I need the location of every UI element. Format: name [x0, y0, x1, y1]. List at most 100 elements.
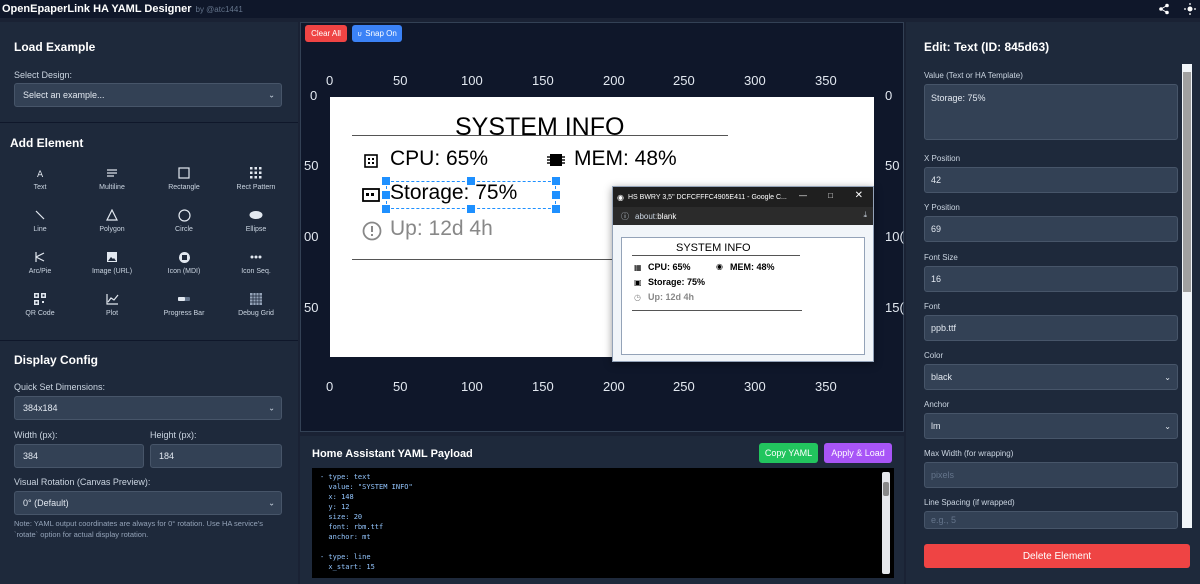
anchor-dropdown[interactable]: lm ⌄	[924, 413, 1178, 439]
tool-icon-seq[interactable]: Icon Seq.	[220, 250, 292, 282]
value-textarea[interactable]: Storage: 75%	[924, 84, 1178, 140]
font-input[interactable]: ppb.ttf	[924, 315, 1178, 341]
scrollbar-thumb[interactable]	[1183, 72, 1191, 292]
width-input[interactable]: 384	[14, 444, 144, 468]
download-icon[interactable]: ⤓	[863, 210, 867, 220]
tool-arc-pie[interactable]: Arc/Pie	[4, 250, 76, 282]
tool-circle[interactable]: Circle	[148, 208, 220, 240]
tool-polygon[interactable]: Polygon	[76, 208, 148, 240]
canvas-cpu-text[interactable]: CPU: 65%	[390, 147, 488, 171]
quick-set-dropdown[interactable]: 384x184 ⌄	[14, 396, 282, 420]
preview-mem: MEM: 48%	[730, 262, 775, 272]
close-icon[interactable]: ✕	[855, 190, 863, 201]
color-label: Color	[924, 351, 944, 360]
font-size-label: Font Size	[924, 253, 958, 262]
canvas-title-text[interactable]: SYSTEM INFO	[455, 113, 624, 142]
maximize-icon[interactable]: □	[828, 191, 833, 200]
resize-handle[interactable]	[552, 205, 560, 213]
line-spacing-input[interactable]: e.g., 5	[924, 511, 1178, 529]
rotation-label: Visual Rotation (Canvas Preview):	[14, 477, 151, 487]
chevron-down-icon: ⌄	[268, 498, 275, 508]
right-scrollbar[interactable]	[1182, 64, 1192, 528]
ruler-left-tick: 50	[304, 300, 319, 315]
tool-rectangle[interactable]: Rectangle	[148, 166, 220, 198]
delete-element-button[interactable]: Delete Element	[924, 544, 1190, 568]
storage-icon[interactable]	[362, 188, 380, 207]
canvas-uptime-text[interactable]: Up: 12d 4h	[390, 217, 493, 241]
font-size-input[interactable]: 16	[924, 266, 1178, 292]
ruler-top-tick: 350	[815, 73, 837, 88]
ruler-top-tick: 50	[393, 73, 408, 88]
resize-handle[interactable]	[467, 205, 475, 213]
memory-chip-icon[interactable]	[547, 152, 565, 173]
globe-icon: ◉	[617, 192, 624, 202]
max-width-input[interactable]: pixels	[924, 462, 1178, 488]
yaml-scrollbar[interactable]	[882, 472, 890, 574]
resize-handle[interactable]	[552, 191, 560, 199]
ruler-top-tick: 250	[673, 73, 695, 88]
yaml-title: Home Assistant YAML Payload	[312, 448, 473, 460]
tool-image-url[interactable]: Image (URL)	[76, 250, 148, 282]
tool-qr-code[interactable]: QR Code	[4, 292, 76, 324]
preview-window: ◉ HS BWRY 3,5" DCFCFFFC4905E411 - Google…	[612, 186, 874, 362]
canvas-top-line[interactable]	[352, 135, 728, 136]
ruler-bottom-tick: 100	[461, 379, 483, 394]
line-spacing-label: Line Spacing (if wrapped)	[924, 498, 1015, 507]
alert-circle-icon[interactable]	[362, 221, 382, 246]
canvas-mem-text[interactable]: MEM: 48%	[574, 147, 677, 171]
qr-code-icon	[33, 292, 47, 306]
display-config-heading: Display Config	[14, 353, 99, 367]
ruler-top-tick: 150	[532, 73, 554, 88]
cpu-icon[interactable]	[364, 154, 378, 173]
snap-on-button[interactable]: ∪ Snap On	[352, 25, 402, 42]
resize-handle[interactable]	[382, 205, 390, 213]
cpu-icon: ▦	[634, 263, 642, 272]
clear-all-button[interactable]: Clear All	[305, 25, 347, 42]
preview-render: SYSTEM INFO ▦ CPU: 65% ◉ MEM: 48% ▣ Stor…	[621, 237, 865, 355]
ruler-bottom-tick: 200	[603, 379, 625, 394]
rotation-dropdown[interactable]: 0° (Default) ⌄	[14, 491, 282, 515]
canvas-bottom-line[interactable]	[352, 259, 652, 260]
tool-plot[interactable]: Plot	[76, 292, 148, 324]
rotation-note: Note: YAML output coordinates are always…	[14, 519, 263, 539]
ellipse-icon	[249, 208, 263, 222]
ruler-left-tick: 00	[304, 229, 319, 244]
ruler-bottom-tick: 0	[326, 379, 334, 394]
resize-handle[interactable]	[552, 177, 560, 185]
x-position-input[interactable]: 42	[924, 167, 1178, 193]
chevron-down-icon: ⌄	[268, 90, 275, 100]
tool-icon-mdi[interactable]: Icon (MDI)	[148, 250, 220, 282]
resize-handle[interactable]	[382, 177, 390, 185]
chevron-down-icon: ⌄	[268, 403, 275, 413]
quick-set-label: Quick Set Dimensions:	[14, 382, 106, 392]
y-position-input[interactable]: 69	[924, 216, 1178, 242]
canvas-storage-text[interactable]: Storage: 75%	[390, 181, 517, 205]
app-author: by @atc1441	[195, 4, 243, 14]
tool-debug-grid[interactable]: Debug Grid	[220, 292, 292, 324]
tool-grid: A Text Multiline Rectangle Rect Pattern L…	[4, 166, 294, 324]
quick-set-value: 384x184	[23, 403, 58, 413]
ruler-bottom-tick: 350	[815, 379, 837, 394]
tool-progress-bar[interactable]: Progress Bar	[148, 292, 220, 324]
height-input[interactable]: 184	[150, 444, 282, 468]
right-panel: Edit: Text (ID: 845d63) Value (Text or H…	[906, 22, 1200, 584]
ruler-bottom-tick: 150	[532, 379, 554, 394]
tool-rect-pattern[interactable]: Rect Pattern	[220, 166, 292, 198]
color-dropdown[interactable]: black ⌄	[924, 364, 1178, 390]
tool-ellipse[interactable]: Ellipse	[220, 208, 292, 240]
tool-text[interactable]: A Text	[4, 166, 76, 198]
preview-address-bar[interactable]: ⓘ about: blank ⤓	[613, 207, 873, 225]
ruler-top-tick: 0	[326, 73, 334, 88]
select-design-dropdown[interactable]: Select an example... ⌄	[14, 83, 282, 107]
rectangle-icon	[177, 166, 191, 180]
yaml-code[interactable]: - type: text value: "SYSTEM INFO" x: 148…	[312, 468, 894, 578]
minimize-icon[interactable]: —	[799, 191, 807, 200]
mdi-icon	[177, 250, 191, 264]
apply-load-button[interactable]: Apply & Load	[824, 443, 892, 463]
theme-toggle-icon[interactable]	[1184, 2, 1196, 20]
share-icon[interactable]	[1158, 2, 1170, 20]
tool-line[interactable]: Line	[4, 208, 76, 240]
resize-handle[interactable]	[382, 191, 390, 199]
tool-multiline[interactable]: Multiline	[76, 166, 148, 198]
copy-yaml-button[interactable]: Copy YAML	[759, 443, 818, 463]
